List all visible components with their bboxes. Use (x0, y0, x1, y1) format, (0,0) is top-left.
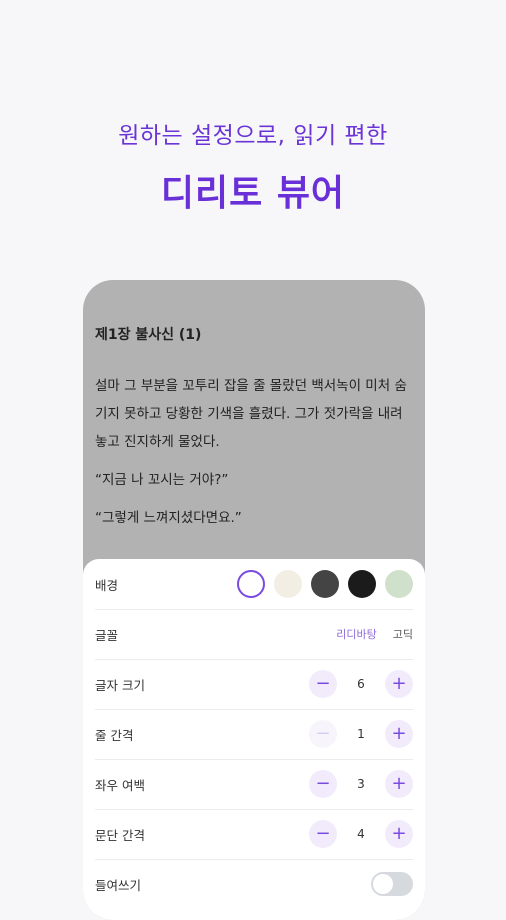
paragraph-spacing-value: 4 (357, 827, 365, 841)
font-size-value: 6 (357, 677, 365, 691)
reader-paragraph: “그렇게 느껴지셨다면요.” (95, 510, 242, 526)
side-margin-stepper: − 3 + (309, 770, 413, 798)
font-size-row: 글자 크기 − 6 + (95, 659, 413, 710)
background-swatch-green[interactable] (385, 570, 413, 598)
font-option-gothic[interactable]: 고딕 (393, 626, 413, 642)
paragraph-spacing-plus-button[interactable]: + (385, 820, 413, 848)
settings-sheet: 배경 글꼴 리디바탕 고딕 글자 크기 − 6 + 줄 간격 − 1 + 좌우 … (83, 559, 425, 920)
reader-paragraph: “지금 나 꼬시는 거야?” (95, 472, 229, 488)
line-spacing-stepper: − 1 + (309, 720, 413, 748)
indent-row: 들여쓰기 (95, 859, 413, 909)
indent-label: 들여쓰기 (95, 877, 142, 893)
font-size-plus-button[interactable]: + (385, 670, 413, 698)
line-spacing-minus-button[interactable]: − (309, 720, 337, 748)
font-size-label: 글자 크기 (95, 677, 145, 693)
headline-title: 디리토 뷰어 (160, 173, 346, 214)
indent-toggle-knob (373, 874, 393, 894)
paragraph-spacing-label: 문단 간격 (95, 827, 145, 843)
background-label: 배경 (95, 577, 119, 593)
background-row: 배경 (95, 559, 413, 610)
font-size-minus-button[interactable]: − (309, 670, 337, 698)
background-swatch-beige[interactable] (274, 570, 302, 598)
line-spacing-plus-button[interactable]: + (385, 720, 413, 748)
reader-content: 제1장 불사신 (1) 설마 그 부분을 꼬투리 잡을 줄 몰랐던 백서녹이 미… (83, 280, 425, 532)
paragraph-spacing-row: 문단 간격 − 4 + (95, 809, 413, 860)
phone-mockup: 제1장 불사신 (1) 설마 그 부분을 꼬투리 잡을 줄 몰랐던 백서녹이 미… (83, 280, 425, 920)
background-swatch-black[interactable] (348, 570, 376, 598)
line-spacing-label: 줄 간격 (95, 727, 134, 743)
font-size-stepper: − 6 + (309, 670, 413, 698)
font-row: 글꼴 리디바탕 고딕 (95, 609, 413, 660)
side-margin-label: 좌우 여백 (95, 777, 145, 793)
indent-toggle[interactable] (371, 872, 413, 896)
side-margin-plus-button[interactable]: + (385, 770, 413, 798)
side-margin-row: 좌우 여백 − 3 + (95, 759, 413, 810)
headline: 원하는 설정으로, 읽기 편한 디리토 뷰어 (0, 116, 506, 216)
font-label: 글꼴 (95, 627, 119, 643)
line-spacing-row: 줄 간격 − 1 + (95, 709, 413, 760)
side-margin-value: 3 (357, 777, 365, 791)
line-spacing-value: 1 (357, 727, 365, 741)
paragraph-spacing-minus-button[interactable]: − (309, 820, 337, 848)
headline-subtitle: 원하는 설정으로, 읽기 편한 (118, 123, 388, 149)
reader-paragraph: 설마 그 부분을 꼬투리 잡을 줄 몰랐던 백서녹이 미처 숨기지 못하고 당황… (95, 378, 407, 450)
background-swatch-white[interactable] (237, 570, 265, 598)
background-swatch-dark-gray[interactable] (311, 570, 339, 598)
chapter-title: 제1장 불사신 (1) (95, 327, 202, 343)
font-option-ridibatang[interactable]: 리디바탕 (336, 626, 376, 642)
paragraph-spacing-stepper: − 4 + (309, 820, 413, 848)
side-margin-minus-button[interactable]: − (309, 770, 337, 798)
